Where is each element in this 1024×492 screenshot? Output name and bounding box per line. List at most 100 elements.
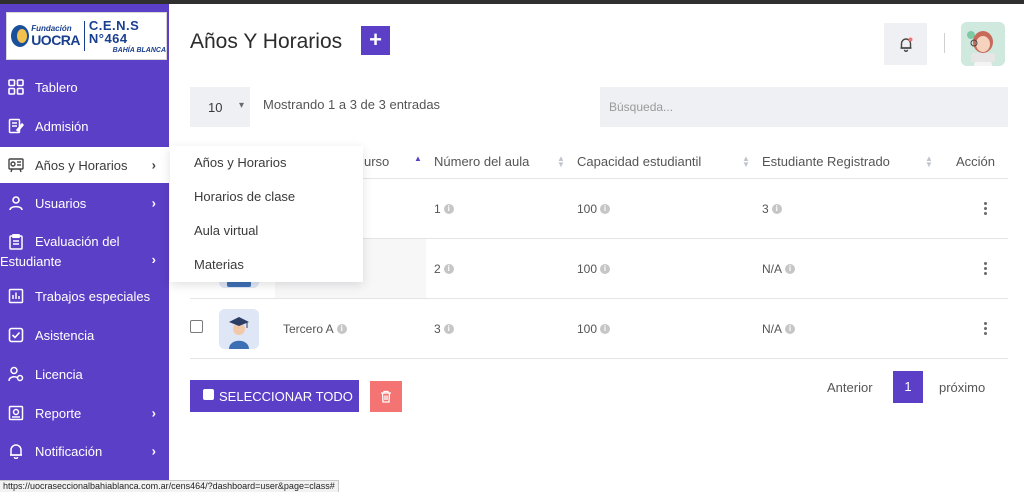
classroom-cell: 1i [434, 202, 454, 216]
sort-icon: ▲ ▼ [742, 154, 750, 169]
row-actions-kebab-icon[interactable] [984, 260, 990, 277]
select-all-label: SELECCIONAR TODO [219, 388, 353, 404]
classroom-cell: 2i [434, 262, 454, 276]
sidebar-item-licencia[interactable]: Licencia [0, 356, 169, 392]
table-divider [190, 298, 1008, 299]
sidebar-item-label: Reporte [35, 405, 82, 421]
attendance-icon [8, 327, 24, 343]
sidebar-item-label: Evaluación del [35, 234, 120, 249]
info-icon[interactable]: i [785, 324, 796, 334]
notification-button[interactable] [884, 23, 927, 65]
entries-info: Mostrando 1 a 3 de 3 entradas [263, 97, 441, 112]
search-input[interactable] [600, 87, 1008, 127]
sidebar-item-usuarios[interactable]: Usuarios › [0, 185, 169, 221]
add-button[interactable]: + [361, 26, 390, 55]
logo-divider [84, 21, 85, 51]
admission-icon [8, 118, 24, 134]
sidebar-item-label: Asistencia [35, 327, 95, 343]
sidebar-item-label: Usuarios [35, 195, 87, 211]
submenu-item-aula-virtual[interactable]: Aula virtual [170, 214, 363, 248]
capacity-cell: 100 i [577, 262, 611, 276]
sidebar-item-asistencia[interactable]: Asistencia [0, 317, 169, 353]
page-length-value: 10 [208, 99, 223, 115]
sidebar-item-tablero[interactable]: Tablero [0, 69, 169, 105]
info-icon[interactable]: i [443, 264, 454, 274]
registered-cell: 3i [762, 202, 782, 216]
user-icon [8, 195, 24, 211]
notification-icon [8, 443, 24, 459]
checkbox-icon [203, 389, 214, 400]
info-icon[interactable]: i [600, 324, 611, 334]
logo-cens: C.E.N.S N°464 BAHÍA BLANCA [88, 17, 166, 54]
chevron-right-icon: › [151, 195, 156, 211]
course-cell: Tercero Ai [283, 322, 347, 336]
submenu-item-materias[interactable]: Materias [170, 248, 363, 282]
column-header-registered[interactable]: Estudiante Registrado [762, 154, 890, 169]
capacity-cell: 100 i [577, 202, 611, 216]
user-avatar[interactable] [961, 22, 1005, 66]
submenu-item-horarios-clase[interactable]: Horarios de clase [170, 180, 363, 214]
sidebar-item-evaluacion[interactable]: Evaluación del Estudiante › [0, 230, 169, 272]
sidebar-item-anos-horarios[interactable]: Años y Horarios › [0, 147, 169, 183]
uocra-seal-icon [11, 25, 30, 47]
registered-cell: N/A i [762, 322, 796, 336]
chevron-right-icon: › [151, 252, 156, 267]
column-header-course[interactable]: urso [364, 154, 389, 169]
schedule-icon [8, 157, 24, 173]
table-divider [190, 358, 1008, 359]
special-work-icon [8, 288, 24, 304]
column-header-classroom[interactable]: Número del aula [434, 154, 529, 169]
dashboard-icon [8, 79, 24, 95]
submenu-anos-horarios: Años y Horarios Horarios de clase Aula v… [170, 146, 363, 282]
classroom-cell: 3i [434, 322, 454, 336]
sort-asc-icon: ▲ [414, 154, 422, 163]
registered-cell: N/A i [762, 262, 796, 276]
sidebar-item-admision[interactable]: Admisión [0, 108, 169, 144]
chevron-right-icon: › [151, 443, 156, 459]
sidebar-item-reporte[interactable]: Reporte › [0, 395, 169, 431]
sidebar-item-label: Estudiante [0, 254, 62, 269]
trash-icon [381, 390, 391, 403]
info-icon[interactable]: i [336, 324, 347, 334]
pagination-previous[interactable]: Anterior [827, 380, 873, 395]
chevron-right-icon: › [151, 405, 156, 421]
graduate-icon [219, 309, 259, 349]
page-length-select[interactable]: 10 ▾ [190, 87, 250, 127]
pagination-next[interactable]: próximo [939, 380, 985, 395]
info-icon[interactable]: i [600, 264, 611, 274]
sidebar-item-label: Tablero [35, 79, 78, 95]
column-header-action: Acción [956, 154, 996, 169]
license-icon [8, 366, 24, 382]
info-icon[interactable]: i [771, 204, 782, 214]
sidebar-item-notificacion[interactable]: Notificación › [0, 433, 169, 469]
info-icon[interactable]: i [443, 324, 454, 334]
status-bar-url: https://uocraseccionalbahiablanca.com.ar… [0, 480, 339, 492]
sidebar-item-label: Notificación [35, 443, 103, 459]
info-icon[interactable]: i [785, 264, 796, 274]
report-icon [8, 405, 24, 421]
header-divider [944, 33, 945, 53]
page-title: Años Y Horarios [190, 30, 343, 53]
delete-button[interactable] [370, 381, 402, 412]
sort-icon: ▲ ▼ [925, 154, 933, 169]
sort-icon: ▲ ▼ [557, 154, 565, 169]
logo-fundacion: Fundación UOCRA [31, 24, 81, 48]
course-thumbnail [219, 309, 259, 349]
pagination-page-1[interactable]: 1 [893, 371, 923, 403]
info-icon[interactable]: i [443, 204, 454, 214]
sidebar-item-label: Licencia [35, 366, 83, 382]
row-actions-kebab-icon[interactable] [984, 200, 990, 217]
column-header-capacity[interactable]: Capacidad estudiantil [577, 154, 701, 169]
logo[interactable]: Fundación UOCRA C.E.N.S N°464 BAHÍA BLAN… [6, 12, 167, 60]
submenu-item-anos-horarios[interactable]: Años y Horarios [170, 146, 363, 180]
sidebar-item-label: Admisión [35, 118, 89, 134]
row-actions-kebab-icon[interactable] [984, 320, 990, 337]
bell-icon [900, 37, 912, 52]
sidebar-item-trabajos-especiales[interactable]: Trabajos especiales [0, 278, 169, 314]
avatar-illustration-icon [961, 22, 1005, 66]
row-checkbox[interactable] [190, 320, 203, 333]
info-icon[interactable]: i [600, 204, 611, 214]
chevron-down-icon: ▾ [238, 100, 244, 111]
sidebar-item-label: Años y Horarios [35, 157, 128, 173]
select-all-button[interactable]: SELECCIONAR TODO [190, 380, 359, 412]
